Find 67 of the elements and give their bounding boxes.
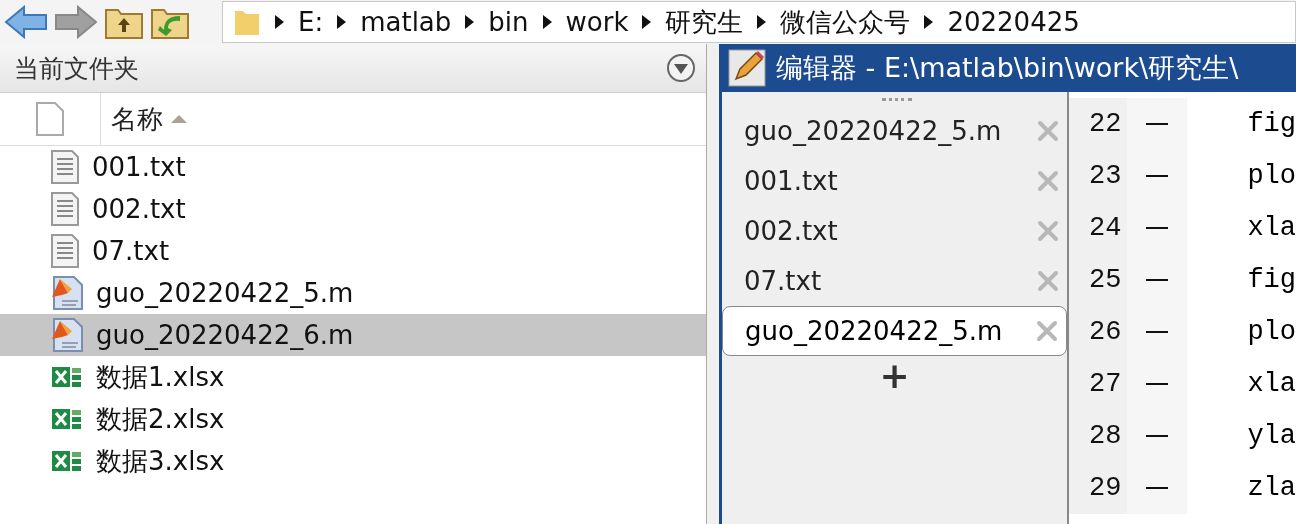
code-line: plo bbox=[1246, 317, 1296, 347]
line-number: 24 bbox=[1069, 202, 1128, 254]
breadcrumb-item[interactable]: 微信公众号 bbox=[780, 4, 911, 40]
line-number: 26 bbox=[1069, 306, 1128, 358]
breadcrumb-item[interactable]: E: bbox=[298, 7, 324, 37]
editor-tab[interactable]: 07.txt bbox=[722, 256, 1068, 306]
chevron-icon[interactable] bbox=[542, 15, 552, 29]
code-line: zla bbox=[1246, 473, 1296, 503]
chevron-icon[interactable] bbox=[465, 15, 475, 29]
chevron-icon[interactable] bbox=[757, 15, 767, 29]
breakpoint-dash[interactable] bbox=[1146, 227, 1169, 229]
panel-title: 当前文件夹 bbox=[14, 52, 139, 85]
text-file-icon bbox=[50, 234, 80, 268]
line-number: 28 bbox=[1069, 410, 1128, 462]
breadcrumb-item[interactable]: matlab bbox=[360, 7, 452, 37]
line-number: 29 bbox=[1069, 462, 1128, 514]
breakpoint-dash[interactable] bbox=[1146, 435, 1169, 437]
file-row[interactable]: 数据2.xlsx bbox=[0, 398, 706, 440]
address-bar[interactable]: E: matlab bin work 研究生 微信公众号 20220425 bbox=[222, 1, 1296, 43]
breadcrumb-item[interactable]: 研究生 bbox=[665, 4, 744, 40]
breakpoint-dash[interactable] bbox=[1146, 279, 1169, 281]
matlab-file-icon bbox=[50, 317, 84, 353]
file-row[interactable]: 数据1.xlsx bbox=[0, 356, 706, 398]
back-arrow-icon[interactable] bbox=[4, 5, 48, 39]
file-row[interactable]: guo_20220422_5.m bbox=[0, 272, 706, 314]
code-line: fig bbox=[1246, 265, 1296, 295]
file-row[interactable]: 07.txt bbox=[0, 230, 706, 272]
chevron-icon[interactable] bbox=[924, 15, 934, 29]
line-number: 27 bbox=[1069, 358, 1128, 410]
code-line: plo bbox=[1246, 161, 1296, 191]
pencil-icon bbox=[728, 49, 766, 87]
dropdown-icon[interactable] bbox=[666, 53, 696, 83]
chevron-icon[interactable] bbox=[337, 15, 347, 29]
editor-tab[interactable]: 002.txt bbox=[722, 206, 1068, 256]
chevron-icon[interactable] bbox=[642, 15, 652, 29]
breakpoint-dash[interactable] bbox=[1146, 123, 1169, 125]
text-file-icon bbox=[50, 192, 80, 226]
matlab-file-icon bbox=[50, 275, 84, 311]
breadcrumb-item[interactable]: 20220425 bbox=[947, 7, 1080, 37]
file-row[interactable]: 001.txt bbox=[0, 146, 706, 188]
line-number: 22 bbox=[1069, 98, 1128, 150]
forward-arrow-icon[interactable] bbox=[54, 5, 98, 39]
file-row[interactable]: 数据3.xlsx bbox=[0, 440, 706, 482]
breadcrumb-item[interactable]: bin bbox=[488, 7, 529, 37]
file-row[interactable]: 002.txt bbox=[0, 188, 706, 230]
breakpoint-dash[interactable] bbox=[1146, 331, 1169, 333]
breakpoint-dash[interactable] bbox=[1146, 175, 1169, 177]
line-number: 23 bbox=[1069, 150, 1128, 202]
breakpoint-dash[interactable] bbox=[1146, 383, 1169, 385]
breakpoint-dash[interactable] bbox=[1146, 487, 1169, 489]
file-icon bbox=[35, 102, 65, 136]
sort-arrow-icon bbox=[171, 115, 187, 123]
editor-tab[interactable]: guo_20220422_5.m bbox=[722, 106, 1068, 156]
editor-tab[interactable]: 001.txt bbox=[722, 156, 1068, 206]
code-line: yla bbox=[1246, 421, 1296, 451]
line-number: 25 bbox=[1069, 254, 1128, 306]
window-title: 编辑器 - E:\matlab\bin\work\研究生\ bbox=[776, 51, 1239, 85]
text-file-icon bbox=[50, 150, 80, 184]
name-column-header[interactable]: 名称 bbox=[101, 93, 706, 145]
code-line: xla bbox=[1246, 369, 1296, 399]
breadcrumb-item[interactable]: work bbox=[565, 7, 629, 37]
editor-tab[interactable]: guo_20220422_5.m bbox=[722, 306, 1068, 356]
add-tab-button[interactable]: + bbox=[873, 356, 916, 396]
code-line: fig bbox=[1246, 109, 1296, 139]
code-line: xla bbox=[1246, 213, 1296, 243]
chevron-icon[interactable] bbox=[275, 15, 284, 29]
file-row[interactable]: guo_20220422_6.m bbox=[0, 314, 706, 356]
